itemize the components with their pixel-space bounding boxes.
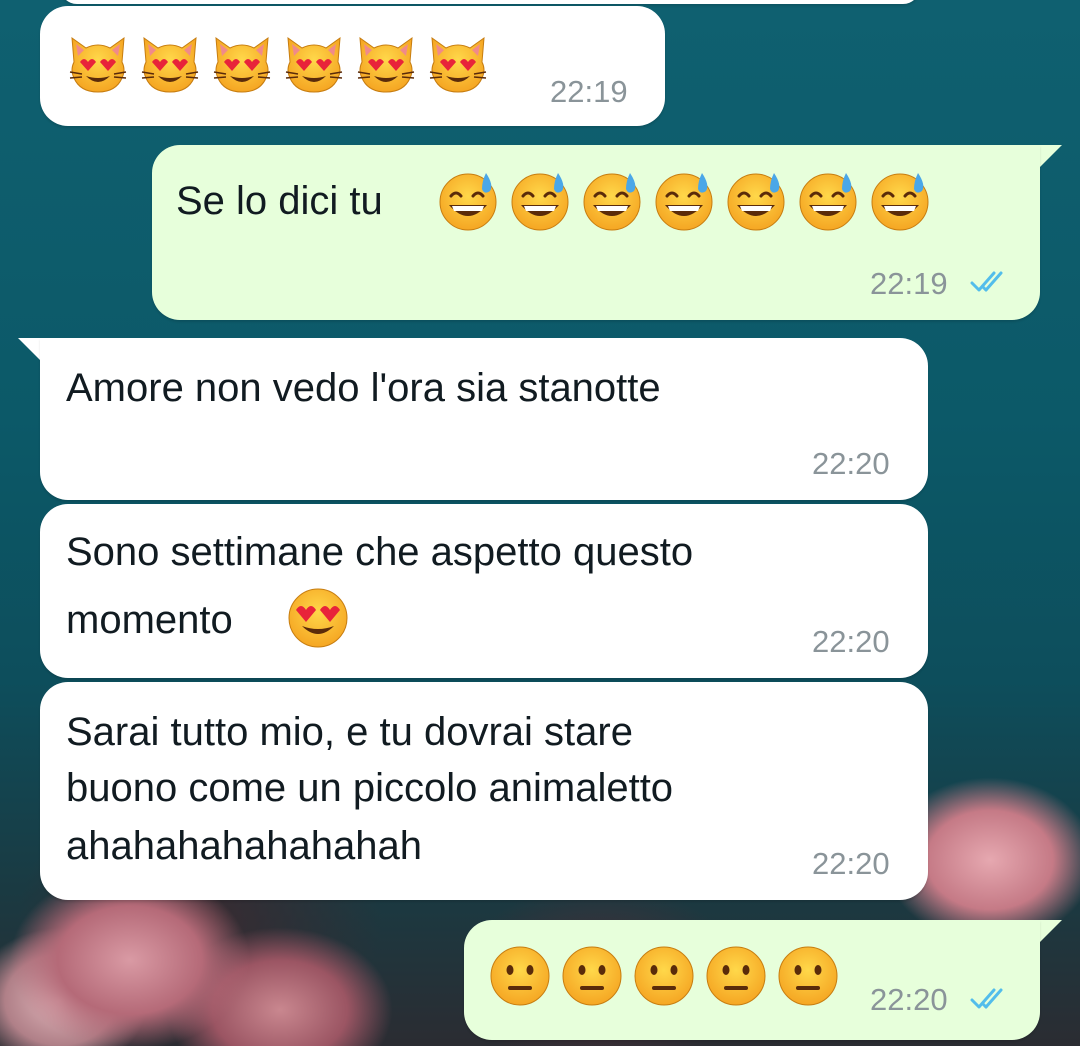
neutral-face-icon	[488, 944, 552, 1008]
neutral-face-icon	[632, 944, 696, 1008]
previous-message-bubble[interactable]	[60, 0, 920, 4]
heart-eyes-cat-icon	[66, 32, 130, 96]
message-timestamp: 22:20	[812, 846, 890, 881]
message-bubble-outgoing[interactable]: 22:20	[464, 920, 1040, 1040]
neutral-face-icon	[560, 944, 624, 1008]
message-bubble-outgoing[interactable]: Se lo dici tu 22:19	[152, 145, 1040, 320]
grinning-sweat-icon	[652, 169, 716, 233]
heart-eyes-cat-icon	[354, 32, 418, 96]
emoji-row	[436, 169, 932, 233]
message-text: Se lo dici tu	[176, 179, 383, 223]
message-bubble-incoming[interactable]: Sarai tutto mio, e tu dovrai stare buono…	[40, 682, 928, 900]
heart-eyes-cat-icon	[210, 32, 274, 96]
bubble-tail-outgoing	[1040, 920, 1062, 942]
message-timestamp: 22:20	[812, 624, 890, 659]
grinning-sweat-icon	[868, 169, 932, 233]
grinning-sweat-icon	[796, 169, 860, 233]
emoji-row	[66, 32, 490, 96]
message-text: Sono settimane che aspetto questo	[66, 530, 694, 574]
message-timestamp: 22:20	[870, 982, 948, 1017]
message-text: Amore non vedo l'ora sia stanotte	[66, 366, 661, 410]
message-bubble-incoming[interactable]: Sono settimane che aspetto questo moment…	[40, 504, 928, 678]
message-timestamp: 22:20	[812, 446, 890, 481]
message-timestamp: 22:19	[870, 266, 948, 301]
read-receipt-icon	[970, 269, 1014, 295]
neutral-face-icon	[776, 944, 840, 1008]
heart-eyes-cat-icon	[426, 32, 490, 96]
message-text: buono come un piccolo animaletto	[66, 766, 674, 810]
heart-eyes-icon	[286, 586, 350, 650]
heart-eyes-cat-icon	[138, 32, 202, 96]
message-text: momento	[66, 598, 233, 642]
grinning-sweat-icon	[580, 169, 644, 233]
message-bubble-incoming[interactable]: 22:19	[40, 6, 665, 126]
emoji-row	[286, 586, 350, 650]
grinning-sweat-icon	[436, 169, 500, 233]
bubble-tail-outgoing	[1040, 145, 1062, 167]
grinning-sweat-icon	[724, 169, 788, 233]
message-text: Sarai tutto mio, e tu dovrai stare	[66, 710, 633, 754]
emoji-row	[488, 944, 840, 1008]
read-receipt-icon	[970, 986, 1014, 1012]
bubble-tail-incoming	[18, 338, 40, 360]
message-bubble-incoming[interactable]: Amore non vedo l'ora sia stanotte 22:20	[40, 338, 928, 500]
heart-eyes-cat-icon	[282, 32, 346, 96]
grinning-sweat-icon	[508, 169, 572, 233]
neutral-face-icon	[704, 944, 768, 1008]
message-text: ahahahahahahahah	[66, 824, 422, 868]
message-timestamp: 22:19	[550, 74, 628, 109]
